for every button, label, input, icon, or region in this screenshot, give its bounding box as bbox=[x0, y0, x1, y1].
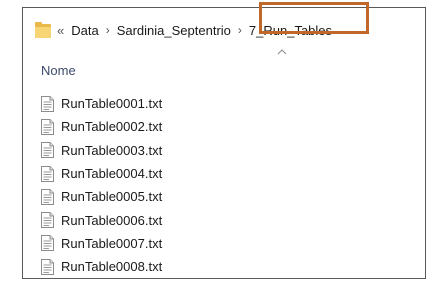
breadcrumb-data[interactable]: Data bbox=[71, 23, 98, 38]
file-item[interactable]: RunTable0001.txt bbox=[41, 92, 162, 115]
text-file-icon bbox=[41, 142, 54, 159]
file-item[interactable]: RunTable0008.txt bbox=[41, 255, 162, 278]
breadcrumb-7-run-tables[interactable]: 7_Run_Tables bbox=[245, 21, 336, 40]
file-name: RunTable0002.txt bbox=[61, 119, 163, 135]
file-item[interactable]: RunTable0002.txt bbox=[41, 115, 162, 138]
column-header-name[interactable]: Nome bbox=[41, 63, 76, 78]
file-name: RunTable0008.txt bbox=[61, 259, 163, 275]
breadcrumb-separator[interactable]: › bbox=[106, 23, 110, 37]
file-item[interactable]: RunTable0006.txt bbox=[41, 208, 162, 231]
file-item[interactable]: RunTable0007.txt bbox=[41, 232, 162, 255]
address-bar[interactable]: « Data › Sardinia_Septentrio › 7_Run_Tab… bbox=[35, 18, 336, 42]
text-file-icon bbox=[41, 118, 54, 135]
sort-up-caret-icon bbox=[277, 49, 287, 55]
explorer-window: « Data › Sardinia_Septentrio › 7_Run_Tab… bbox=[22, 2, 426, 279]
text-file-icon bbox=[41, 235, 54, 252]
text-file-icon bbox=[41, 212, 54, 229]
file-name: RunTable0001.txt bbox=[61, 96, 163, 112]
file-list: RunTable0001.txt RunTable0002.txt RunTab… bbox=[41, 92, 162, 278]
file-name: RunTable0005.txt bbox=[61, 189, 163, 205]
file-item[interactable]: RunTable0003.txt bbox=[41, 139, 162, 162]
file-item[interactable]: RunTable0005.txt bbox=[41, 185, 162, 208]
file-name: RunTable0007.txt bbox=[61, 235, 163, 251]
file-name: RunTable0004.txt bbox=[61, 166, 163, 182]
text-file-icon bbox=[41, 165, 54, 182]
file-name: RunTable0006.txt bbox=[61, 212, 163, 228]
file-item[interactable]: RunTable0004.txt bbox=[41, 162, 162, 185]
breadcrumb-separator[interactable]: › bbox=[238, 23, 242, 37]
folder-icon bbox=[35, 22, 51, 38]
breadcrumb-sardinia-septentrio[interactable]: Sardinia_Septentrio bbox=[117, 23, 231, 38]
overflow-chevrons[interactable]: « bbox=[57, 23, 64, 38]
text-file-icon bbox=[41, 188, 54, 205]
file-name: RunTable0003.txt bbox=[61, 142, 163, 158]
text-file-icon bbox=[41, 258, 54, 275]
text-file-icon bbox=[41, 95, 54, 112]
